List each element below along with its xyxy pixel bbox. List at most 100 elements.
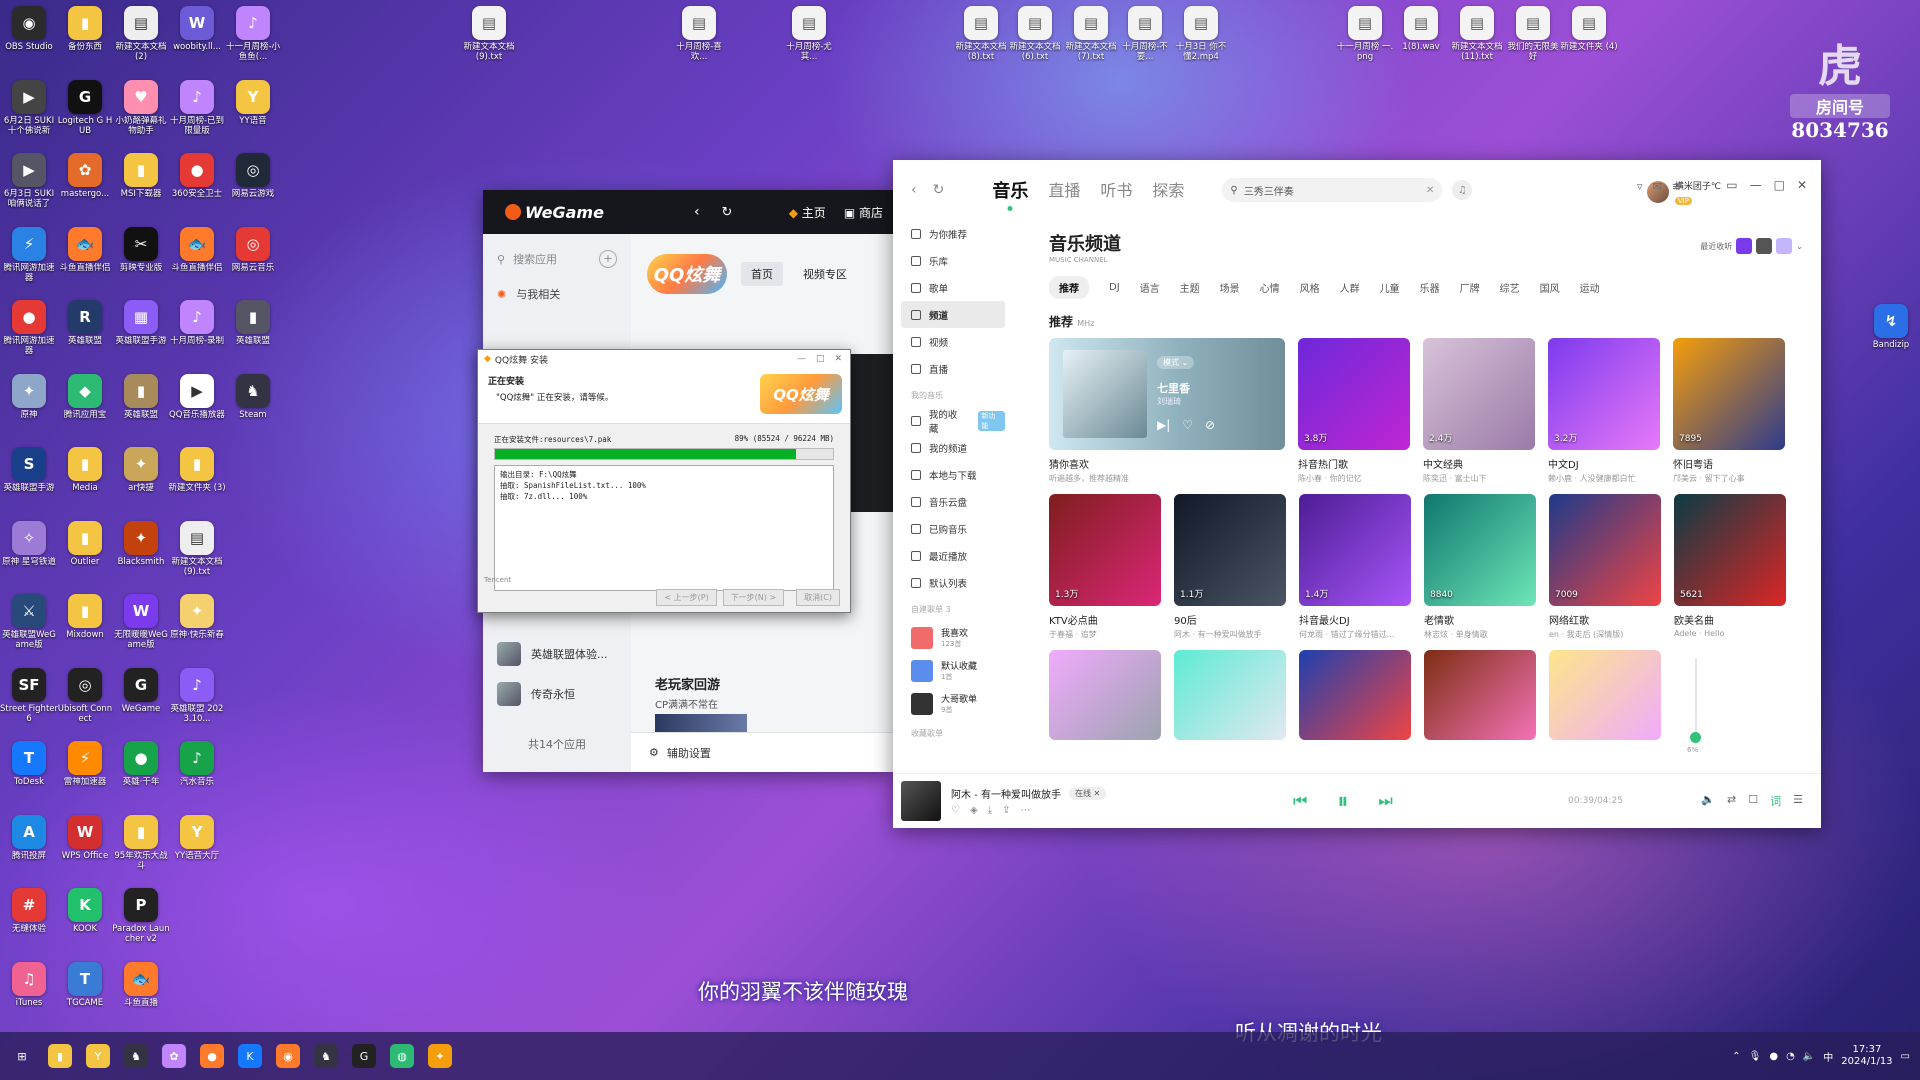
sidebar-item[interactable]: 歌单 (901, 274, 1005, 301)
recent-thumb[interactable] (1756, 238, 1773, 254)
now-playing-cover[interactable] (901, 781, 941, 821)
next-track-icon[interactable]: ⏭ (1378, 791, 1392, 811)
desktop-icon-bandizip[interactable]: ↯ Bandizip (1862, 304, 1920, 360)
playlist-icon[interactable]: ☰ (1793, 793, 1803, 809)
desktop-icon[interactable]: ⚡ 腾讯网游加速器 (0, 226, 58, 283)
wegame-nav-home[interactable]: ◆ 主页 (789, 204, 826, 221)
desktop-icon[interactable]: ● 英雄·干年 (112, 741, 170, 797)
category-tab[interactable]: 人群 (1340, 280, 1360, 295)
desktop-icon[interactable]: ◉ OBS Studio (0, 6, 58, 62)
yy-icon[interactable]: Y (86, 1044, 110, 1068)
douyu-icon[interactable]: ● (200, 1044, 224, 1068)
category-tab[interactable]: 厂牌 (1460, 280, 1480, 295)
loop-icon[interactable]: ⇄ (1727, 793, 1736, 809)
desktop-icon[interactable]: ▮ Media (56, 447, 114, 503)
desktop-icon[interactable]: Y YY语音 (224, 79, 282, 136)
wegame-game-item[interactable]: 传奇永恒 (483, 674, 631, 714)
back-arrow-icon[interactable]: ‹ (911, 182, 917, 198)
desktop-icon[interactable]: ♪ 汽水音乐 (168, 741, 226, 797)
desktop-icon[interactable]: ♪ 十一月周榜-小鱼鱼(... (224, 6, 282, 62)
heart-icon[interactable]: ♡ (1182, 418, 1193, 432)
playlist-item[interactable]: 我喜欢 123首 (901, 621, 1005, 654)
desktop-icon[interactable]: ▮ 新建文件夹 (3) (168, 447, 226, 503)
related-to-me[interactable]: ✺ 与我相关 (497, 286, 617, 302)
desktop-icon[interactable]: ▦ 英雄联盟手游 (112, 300, 170, 356)
category-tab[interactable]: 风格 (1300, 280, 1320, 295)
refresh-icon[interactable]: ↻ (933, 182, 945, 198)
sidebar-item[interactable]: 为你推荐 (901, 220, 1005, 247)
cancel-button[interactable]: 取消(C) (796, 589, 840, 606)
desktop-icon[interactable]: ♫ iTunes (0, 961, 58, 1018)
back-button[interactable]: < 上一步(P) (656, 589, 717, 606)
desktop-icon[interactable]: ▶ QQ音乐播放器 (168, 373, 226, 430)
channel-card[interactable]: 1.4万 抖音最火DJ 何龙雨 · 错过了缘分错过... (1299, 494, 1411, 640)
category-tab[interactable]: 主题 (1180, 280, 1200, 295)
channel-card[interactable] (1549, 650, 1661, 740)
desktop-icon[interactable]: ⚡ 雷神加速器 (56, 741, 114, 797)
qqmusic-tab[interactable]: 探索 (1152, 177, 1184, 203)
desktop-icon[interactable]: W 无限暖暖WeGame版 (112, 594, 170, 650)
category-tab[interactable]: DJ (1109, 282, 1120, 293)
category-tab[interactable]: 乐器 (1420, 280, 1440, 295)
channel-card[interactable]: 2.4万 中文经典 陈奕迅 · 富士山下 (1423, 338, 1535, 484)
skin-icon[interactable]: ▿ (1637, 180, 1643, 193)
notification-icon[interactable]: ▭ (1901, 1051, 1910, 1062)
tab-video[interactable]: 视频专区 (793, 262, 857, 286)
sidebar-item[interactable]: 频道 (901, 301, 1005, 328)
qqmusic-search[interactable]: ⚲ 三秀三伴奏 ✕ (1222, 178, 1443, 202)
desktop-icon[interactable]: ● 腾讯网游加速器 (0, 300, 58, 356)
share-icon[interactable]: ⇪ (1002, 805, 1010, 816)
clear-icon[interactable]: ✕ (1426, 185, 1434, 196)
back-arrow-icon[interactable]: ‹ (694, 204, 700, 220)
desktop-icon[interactable]: W WPS Office (56, 814, 114, 871)
qqmusic-tab[interactable]: 音乐 (992, 177, 1028, 203)
sidebar-item[interactable]: 音乐云盘 (901, 488, 1005, 515)
category-tab[interactable]: 心情 (1260, 280, 1280, 295)
desktop-icon[interactable]: ▶ 6月3日 SUKI咱俩说话了 (0, 153, 58, 209)
tray-chevron-icon[interactable]: ⌃ (1732, 1051, 1740, 1062)
desktop-icon[interactable]: S 英雄联盟手游 (0, 447, 58, 503)
channel-card[interactable]: 1.1万 90后 阿木 · 有一种爱叫做放手 (1174, 494, 1286, 640)
helper-settings-button[interactable]: ⚙ 辅助设置 (631, 732, 893, 772)
sidebar-item[interactable]: 我的收藏 新功能 (901, 407, 1005, 435)
desktop-icon[interactable]: SF Street Fighter 6 (0, 667, 58, 724)
maximize-icon[interactable]: □ (1774, 178, 1785, 192)
featured-card[interactable]: 模式 ⌄ 七里香 刘瑞琦 ▶| ♡ ⊘ 猜你喜欢 听遍越多，推荐越精准 (1049, 338, 1285, 484)
playlist-item[interactable]: 默认收藏 1首 (901, 654, 1005, 687)
file-explorer-icon[interactable]: ▮ (48, 1044, 72, 1068)
volume-icon[interactable]: 🔈 (1701, 793, 1715, 809)
wegame-nav-shop[interactable]: ▣ 商店 (844, 204, 883, 221)
desktop-icon[interactable]: G WeGame (112, 667, 170, 724)
desktop-icon[interactable]: ▮ MSI下载器 (112, 153, 170, 209)
add-icon[interactable]: + (599, 250, 617, 268)
steam-icon[interactable]: ♞ (124, 1044, 148, 1068)
now-playing-title[interactable]: 阿木 - 有一种爱叫做放手 (951, 786, 1061, 801)
desktop-file-icon[interactable]: ▤ 新建文本文档 (7).txt (1062, 6, 1120, 62)
channel-card[interactable]: 5621 欧美名曲 Adele · Hello (1674, 494, 1786, 640)
channel-card[interactable]: 7895 怀旧粤语 邝美云 · 留下了心事 (1673, 338, 1785, 484)
desktop-file-icon[interactable]: ▤ 新建文件夹 (4) (1560, 6, 1618, 62)
category-tab[interactable]: 语言 (1140, 280, 1160, 295)
desktop-icon[interactable]: Y YY语音大厅 (168, 814, 226, 871)
desktop-icon[interactable]: R 英雄联盟 (56, 300, 114, 356)
sidebar-item[interactable]: 我的频道 (901, 434, 1005, 461)
desktop-icon[interactable]: ✦ ar快捷 (112, 447, 170, 503)
desktop-file-icon[interactable]: ▤ 我们的无限美好 (1504, 6, 1562, 62)
desktop-icon[interactable]: ✦ 原神·快乐新春 (168, 594, 226, 650)
desktop-icon[interactable]: ◎ Ubisoft Connect (56, 667, 114, 724)
desktop-icon[interactable]: A 腾讯投屏 (0, 814, 58, 871)
tray-app-icon[interactable]: ● (1769, 1051, 1778, 1062)
install-log[interactable]: 输出目录: F:\QQ炫舞 抽取: SpanishFileList.txt...… (494, 465, 834, 591)
sidebar-item[interactable]: 已购音乐 (901, 515, 1005, 542)
desktop-file-icon[interactable]: ▤ 新建文本文档 (8).txt (952, 6, 1010, 62)
category-tab[interactable]: 儿童 (1380, 280, 1400, 295)
desktop-file-icon[interactable]: ▤ 十月周榜-喜欢... (670, 6, 728, 62)
desktop-icon[interactable]: Wwoobity.ll... (168, 6, 226, 62)
wegame-taskbar-icon[interactable]: G (352, 1044, 376, 1068)
playlist-item[interactable]: 大哥歌单 9首 (901, 687, 1005, 720)
download-icon[interactable]: ⤓ (988, 805, 992, 816)
desktop-icon[interactable]: T ToDesk (0, 741, 58, 797)
desktop-icon[interactable]: ✧ 原神 星穹铁道 (0, 520, 58, 577)
next-button[interactable]: 下一步(N) > (722, 589, 785, 606)
previous-icon[interactable]: ⏮ (1293, 791, 1307, 811)
